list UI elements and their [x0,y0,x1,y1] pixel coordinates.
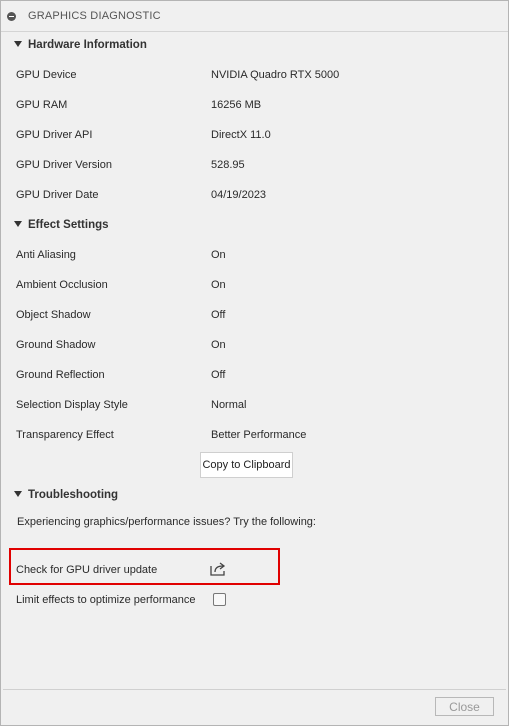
object-shadow-label: Object Shadow [16,309,91,321]
limit-effects-label: Limit effects to optimize performance [16,594,196,606]
section-heading: Troubleshooting [28,489,119,501]
ground-reflection-label: Ground Reflection [16,369,105,381]
gpu-ram-value: 16256 MB [211,99,262,111]
gpu-driver-date-label: GPU Driver Date [16,189,99,201]
ambient-occlusion-label: Ambient Occlusion [16,279,108,291]
collapse-icon[interactable] [7,12,16,21]
copy-to-clipboard-button[interactable]: Copy to Clipboard [200,452,293,478]
section-troubleshooting[interactable]: Troubleshooting [14,489,118,501]
footer-divider [3,689,506,690]
expanded-triangle-icon [14,41,22,47]
close-button[interactable]: Close [435,697,494,716]
object-shadow-value: Off [211,309,226,321]
selection-display-style-label: Selection Display Style [16,399,128,411]
gpu-driver-date-value: 04/19/2023 [211,189,267,201]
graphics-diagnostic-dialog: GRAPHICS DIAGNOSTIC Hardware Information… [0,0,509,726]
gpu-device-label: GPU Device [16,69,77,81]
expanded-triangle-icon [14,221,22,227]
ground-reflection-value: Off [211,369,226,381]
gpu-driver-update-label: Check for GPU driver update [16,564,158,576]
transparency-effect-value: Better Performance [211,429,307,441]
gpu-device-value: NVIDIA Quadro RTX 5000 [211,69,340,81]
section-heading: Hardware Information [28,39,147,51]
ambient-occlusion-value: On [211,279,226,291]
troubleshooting-intro: Experiencing graphics/performance issues… [17,516,316,528]
section-effect-settings[interactable]: Effect Settings [14,219,109,231]
expanded-triangle-icon [14,491,22,497]
limit-effects-checkbox[interactable] [213,593,226,606]
transparency-effect-label: Transparency Effect [16,429,114,441]
dialog-title: GRAPHICS DIAGNOSTIC [28,10,161,22]
gpu-driver-version-value: 528.95 [211,159,245,171]
gpu-ram-label: GPU RAM [16,99,68,111]
gpu-driver-version-label: GPU Driver Version [16,159,112,171]
title-bar[interactable]: GRAPHICS DIAGNOSTIC [1,1,508,32]
section-hardware-information[interactable]: Hardware Information [14,39,147,51]
gpu-driver-api-value: DirectX 11.0 [211,129,271,141]
external-link-icon[interactable] [209,561,229,577]
gpu-driver-api-label: GPU Driver API [16,129,93,141]
anti-aliasing-value: On [211,249,226,261]
selection-display-style-value: Normal [211,399,247,411]
section-heading: Effect Settings [28,219,109,231]
anti-aliasing-label: Anti Aliasing [16,249,76,261]
ground-shadow-label: Ground Shadow [16,339,96,351]
ground-shadow-value: On [211,339,226,351]
